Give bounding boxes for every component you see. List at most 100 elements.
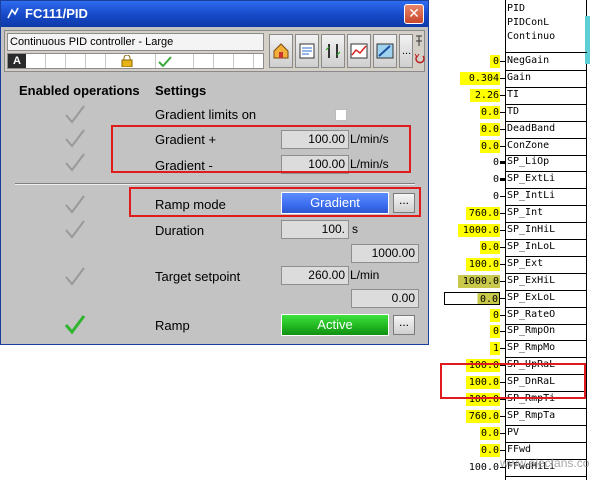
pin-value[interactable]: 1 xyxy=(490,342,500,356)
block-pin-conzone[interactable]: 0.0 ConZone xyxy=(440,139,590,155)
check-gray-icon xyxy=(65,105,85,124)
check-green-icon xyxy=(64,315,86,335)
block-pin-pv[interactable]: 0.0 PV xyxy=(440,426,590,442)
block-pin-sp-rmpmo[interactable]: 1 SP_RmpMo xyxy=(440,341,590,357)
block-pin-sp-ext[interactable]: 100.0 SP_Ext xyxy=(440,257,590,273)
back-icon[interactable] xyxy=(413,53,425,65)
faceplate-view-icon xyxy=(299,43,315,59)
close-button[interactable]: ✕ xyxy=(404,4,424,24)
check-gray-icon xyxy=(65,153,85,172)
settings-header: Settings xyxy=(155,83,207,98)
check-gray-icon xyxy=(65,267,85,286)
ramp-active-button[interactable]: Active xyxy=(281,314,389,336)
pin-value[interactable]: 0.0 xyxy=(480,240,500,254)
pin-name: SP_LiOp xyxy=(507,156,550,168)
gradient-limits-checkbox[interactable] xyxy=(335,109,347,121)
check-gray-icon xyxy=(65,195,85,214)
lock-icon xyxy=(121,55,133,67)
pin-value[interactable]: 100.0 xyxy=(466,257,500,271)
pin-name: DeadBand xyxy=(507,122,556,134)
pin-wire xyxy=(500,145,506,147)
pin-name: NegGain xyxy=(507,55,550,66)
window-title: FC111/PID xyxy=(25,6,88,21)
check-gray-icon xyxy=(65,220,85,239)
more-button[interactable]: ... xyxy=(399,34,413,68)
pin-name: FFwd xyxy=(507,443,532,455)
pin-value[interactable]: 0 xyxy=(490,156,500,169)
pin-value[interactable]: 0.0 xyxy=(444,291,500,305)
block-pin-sp-exlol[interactable]: 0.0 SP_ExLoL xyxy=(440,291,590,307)
pin-separator xyxy=(505,475,587,477)
pin-value[interactable]: 100.0 xyxy=(466,461,500,474)
block-pin-sp-liop[interactable]: 0 SP_LiOp xyxy=(440,155,590,171)
pid-faceplate-window: FC111/PID ✕ Continuous PID controller - … xyxy=(0,0,429,345)
pin-name: SP_RateO xyxy=(507,308,556,320)
ramp-more-button[interactable]: ... xyxy=(393,315,415,335)
block-pin-sp-int[interactable]: 760.0 SP_Int xyxy=(440,206,590,222)
pin-name: SP_ExLoL xyxy=(507,291,556,303)
pin-wire xyxy=(500,415,506,417)
trend-button[interactable] xyxy=(347,34,371,68)
block-subtype: PIDConL xyxy=(507,17,550,28)
pin-value[interactable]: 0.0 xyxy=(480,443,500,457)
pin-name: SP_Ext xyxy=(507,257,544,269)
pin-name: PV xyxy=(507,426,520,438)
pin-value[interactable]: 0 xyxy=(490,325,500,339)
pin-wire xyxy=(500,230,506,231)
block-pin-sp-inlol[interactable]: 0.0 SP_InLoL xyxy=(440,240,590,256)
pin-value[interactable]: 0.0 xyxy=(480,122,500,136)
block-pin-sp-intli[interactable]: 0 SP_IntLi xyxy=(440,189,590,205)
highlight-ramp-mode xyxy=(129,187,421,217)
block-pin-sp-rateo[interactable]: 0 SP_RateO xyxy=(440,308,590,324)
enabled-operations-header: Enabled operations xyxy=(19,83,140,98)
pin-value[interactable]: 1000.0 xyxy=(458,224,500,237)
pin-wire xyxy=(500,77,506,79)
block-pin-ti[interactable]: 2.26 TI xyxy=(440,88,590,104)
preview-icon xyxy=(376,43,394,59)
duration-input[interactable]: 100. xyxy=(281,220,349,239)
pin-wire xyxy=(500,331,506,333)
section-divider xyxy=(15,183,415,185)
status-letter: A xyxy=(8,54,26,68)
faceplate-toolbar: Continuous PID controller - Large A ... xyxy=(4,30,425,72)
pin-value[interactable]: 0 xyxy=(490,190,500,203)
pin-wire xyxy=(500,161,506,165)
block-pin-neggain[interactable]: 0 NegGain xyxy=(440,54,590,70)
pin-value[interactable]: 1000.0 xyxy=(458,274,500,288)
pin-value[interactable]: 0.0 xyxy=(480,105,500,119)
block-pin-td[interactable]: 0.0 TD xyxy=(440,105,590,121)
target-setpoint-label: Target setpoint xyxy=(155,269,241,284)
faceplate-view-button[interactable] xyxy=(295,34,319,68)
block-pin-sp-extli[interactable]: 0 SP_ExtLi xyxy=(440,172,590,188)
pin-value[interactable]: 0 xyxy=(490,55,500,68)
block-pin-sp-rmpta[interactable]: 760.0 SP_RmpTa xyxy=(440,409,590,425)
pin-name: SP_Int xyxy=(507,207,544,219)
block-pin-gain[interactable]: 0.304 Gain xyxy=(440,71,590,87)
pin-wire xyxy=(500,61,506,62)
home-button[interactable] xyxy=(269,34,293,68)
limits-button[interactable] xyxy=(321,34,345,68)
pin-icon[interactable] xyxy=(414,35,424,47)
pin-value[interactable]: 0.304 xyxy=(460,71,500,85)
block-pin-sp-rmpon[interactable]: 0 SP_RmpOn xyxy=(440,324,590,340)
pin-value[interactable]: 0 xyxy=(490,173,500,186)
pin-value[interactable]: 0.0 xyxy=(480,139,500,153)
pin-wire xyxy=(500,449,506,451)
pin-value[interactable]: 0.0 xyxy=(480,426,500,440)
pin-value[interactable]: 0 xyxy=(490,308,500,322)
block-pin-sp-inhil[interactable]: 1000.0 SP_InHiL xyxy=(440,223,590,239)
pin-name: TD xyxy=(507,105,520,117)
pin-value[interactable]: 760.0 xyxy=(466,207,500,221)
target-setpoint-input[interactable]: 260.00 xyxy=(281,266,349,285)
pin-name: SP_RmpMo xyxy=(507,342,556,354)
pin-wire xyxy=(500,178,506,182)
pin-value[interactable]: 2.26 xyxy=(470,88,500,102)
block-pin-sp-exhil[interactable]: 1000.0 SP_ExHiL xyxy=(440,274,590,290)
block-pin-deadband[interactable]: 0.0 DeadBand xyxy=(440,122,590,138)
pin-value[interactable]: 760.0 xyxy=(466,409,500,423)
ramp-label: Ramp xyxy=(155,318,190,333)
target-setpoint-min-value: 0.00 xyxy=(351,289,419,308)
pin-wire xyxy=(500,348,506,350)
title-bar[interactable]: FC111/PID ✕ xyxy=(1,1,428,27)
preview-button[interactable] xyxy=(373,34,397,68)
